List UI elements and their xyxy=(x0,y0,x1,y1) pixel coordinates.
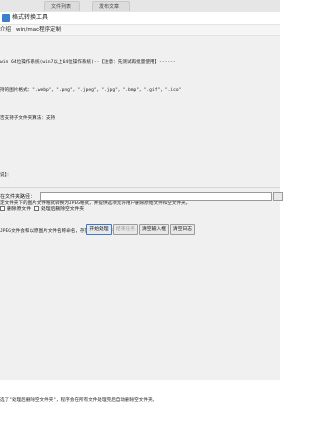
description-line: 说】： xyxy=(0,172,12,178)
description-line: 持的图片格式：".webp"，".png"，".jpeg"，".jpg"，".b… xyxy=(0,88,182,94)
start-button[interactable]: 开始处理 xyxy=(86,224,112,235)
app-icon xyxy=(2,14,10,22)
app-window: 文件列表 发布文章 格式转换工具 介绍 win/mac程序定制 win 64位操… xyxy=(0,0,283,403)
delete-original-option[interactable]: 删除原文件 xyxy=(0,206,31,214)
stop-button[interactable]: 结束任务 xyxy=(113,224,138,235)
delete-original-checkbox[interactable] xyxy=(0,206,5,211)
clear-log-button[interactable]: 清空日志 xyxy=(170,224,195,235)
divider xyxy=(0,187,280,188)
clear-input-button[interactable]: 清空输入框 xyxy=(139,224,169,235)
delete-original-label: 删除原文件 xyxy=(7,207,31,212)
description-line: 否支持子文件夹算法：支持 xyxy=(0,116,56,122)
log-area xyxy=(0,240,280,380)
window-title: 格式转换工具 xyxy=(12,14,49,21)
folder-path-label: 在文件夹路径： xyxy=(0,194,36,200)
menu-item-intro[interactable]: 介绍 xyxy=(0,25,11,35)
delete-empty-folder-checkbox[interactable] xyxy=(34,206,39,211)
description-line xyxy=(0,142,280,151)
title-bar: 格式转换工具 xyxy=(0,12,280,25)
tab-file-list[interactable]: 文件列表 xyxy=(44,1,80,11)
description-line: 选了"处理后删除空文件夹"，程序会在所有文件处理完后自动删除空文件夹。 xyxy=(0,398,158,404)
delete-empty-folder-label: 处理后删除空文件夹 xyxy=(41,207,85,212)
tab-publish-article[interactable]: 发布文章 xyxy=(92,1,130,11)
folder-path-input[interactable] xyxy=(40,192,272,201)
description-line: win 64位操作系统(win7以上64位操作系统)--【注意：先测试再批量使用… xyxy=(0,59,176,65)
browse-button[interactable] xyxy=(273,192,283,201)
menu-bar: 介绍 win/mac程序定制 xyxy=(0,25,280,36)
menu-item-custom[interactable]: win/mac程序定制 xyxy=(16,25,61,35)
delete-empty-folder-option[interactable]: 处理后删除空文件夹 xyxy=(34,206,84,214)
